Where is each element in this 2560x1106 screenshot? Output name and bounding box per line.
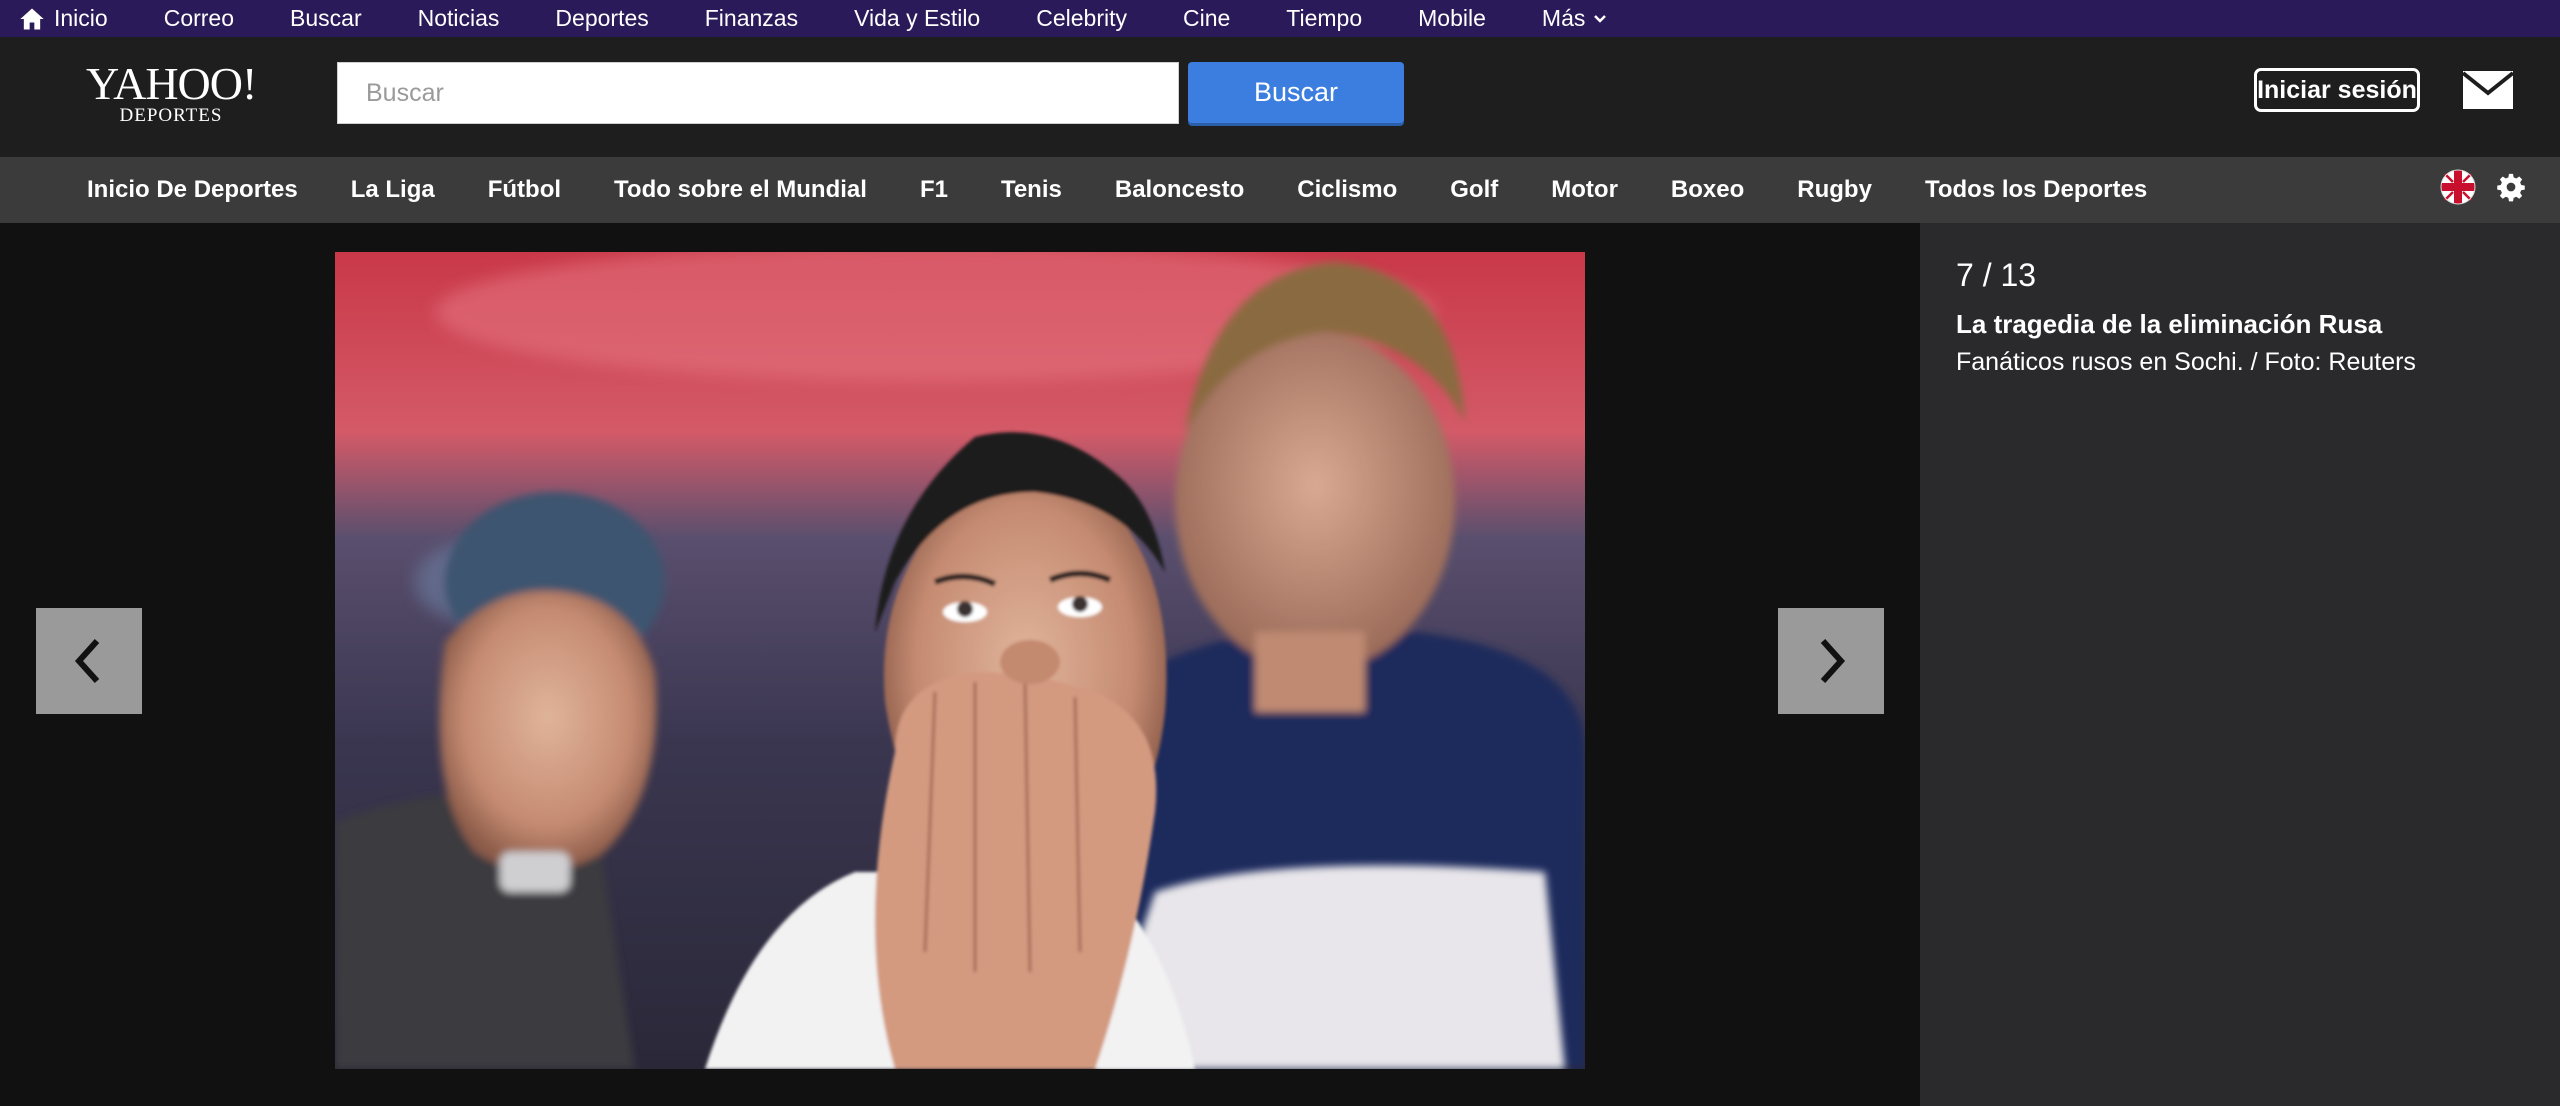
sportsnav-item-baloncesto[interactable]: Baloncesto — [1115, 176, 1244, 204]
topbar-item-celebrity[interactable]: Celebrity — [1036, 5, 1127, 32]
topbar-item-label: Inicio — [54, 5, 108, 31]
topbar-item-buscar[interactable]: Buscar — [290, 5, 362, 32]
chevron-right-icon — [1820, 638, 1846, 684]
sportsnav-item-rugby[interactable]: Rugby — [1797, 176, 1872, 204]
gear-icon[interactable] — [2496, 172, 2526, 202]
sportsnav-item-ciclismo[interactable]: Ciclismo — [1297, 176, 1397, 204]
sportsnav-item-futbol[interactable]: Fútbol — [488, 176, 561, 204]
topbar-item-tiempo[interactable]: Tiempo — [1286, 5, 1362, 32]
chevron-left-icon — [74, 638, 100, 684]
topbar-item-correo[interactable]: Correo — [164, 5, 234, 32]
caption-sidebar: 7 / 13 La tragedia de la eliminación Rus… — [1920, 223, 2560, 1106]
sports-navigation: Inicio De Deportes La Liga Fútbol Todo s… — [0, 157, 2560, 223]
gallery-photo — [335, 252, 1585, 1069]
sportsnav-item-tenis[interactable]: Tenis — [1001, 176, 1062, 204]
gallery-viewer — [0, 223, 1920, 1106]
topbar-item-inicio[interactable]: Inicio — [18, 5, 108, 33]
sportsnav-item-mundial[interactable]: Todo sobre el Mundial — [614, 176, 867, 204]
chevron-down-icon — [1594, 14, 1607, 23]
topbar-item-mas[interactable]: Más — [1542, 5, 1607, 32]
topbar-item-mobile[interactable]: Mobile — [1418, 5, 1486, 32]
slide-counter: 7 / 13 — [1956, 257, 2037, 293]
search-button[interactable]: Buscar — [1188, 62, 1404, 123]
sportsnav-item-f1[interactable]: F1 — [920, 176, 948, 204]
sportsnav-item-golf[interactable]: Golf — [1450, 176, 1498, 204]
topbar-item-deportes[interactable]: Deportes — [555, 5, 648, 32]
sportsnav-item-boxeo[interactable]: Boxeo — [1671, 176, 1744, 204]
logo-wordmark: YAHOO! — [86, 58, 257, 109]
caption-title: La tragedia de la eliminación Rusa — [1956, 309, 2383, 339]
home-icon — [20, 8, 44, 29]
previous-button[interactable] — [36, 608, 142, 714]
search-input[interactable] — [337, 62, 1179, 124]
top-navigation-bar: Inicio Correo Buscar Noticias Deportes F… — [0, 0, 2560, 37]
sportsnav-item-inicio-de-deportes[interactable]: Inicio De Deportes — [87, 176, 298, 204]
mail-icon[interactable] — [2463, 71, 2513, 109]
yahoo-deportes-logo[interactable]: YAHOO! DEPORTES — [86, 58, 257, 131]
sportsnav-item-la-liga[interactable]: La Liga — [351, 176, 435, 204]
topbar-item-label: Más — [1541, 5, 1586, 31]
topbar-item-vida-y-estilo[interactable]: Vida y Estilo — [854, 5, 980, 32]
sportsnav-item-todos-los-deportes[interactable]: Todos los Deportes — [1925, 176, 2147, 204]
topbar-item-noticias[interactable]: Noticias — [418, 5, 500, 32]
logo-section: DEPORTES — [119, 105, 223, 126]
caption-text: Fanáticos rusos en Sochi. / Foto: Reuter… — [1956, 348, 2416, 376]
next-button[interactable] — [1778, 608, 1884, 714]
uk-flag-icon[interactable] — [2440, 169, 2476, 205]
sportsnav-item-motor[interactable]: Motor — [1551, 176, 1618, 204]
topbar-item-cine[interactable]: Cine — [1183, 5, 1230, 32]
topbar-item-finanzas[interactable]: Finanzas — [705, 5, 798, 32]
signin-button[interactable]: Iniciar sesión — [2254, 68, 2420, 112]
site-header: YAHOO! DEPORTES Buscar Iniciar sesión — [0, 37, 2560, 157]
